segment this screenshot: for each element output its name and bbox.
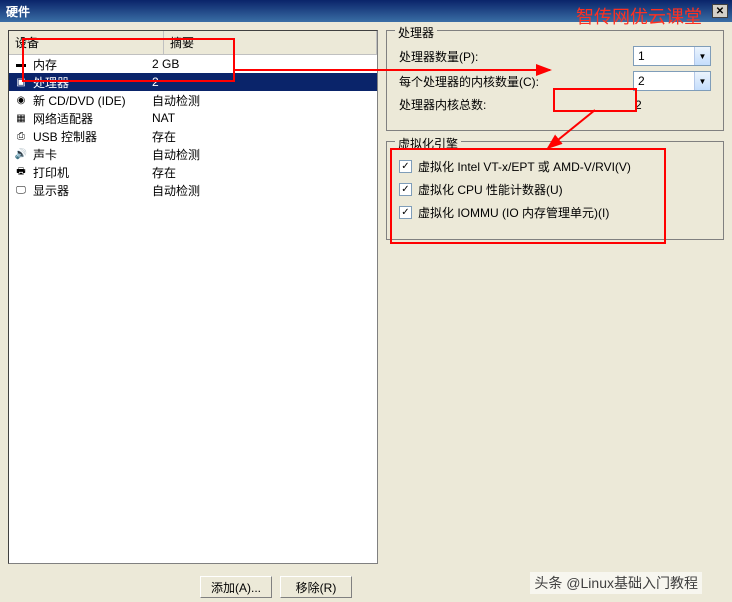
virt-perfcounter-label: 虚拟化 CPU 性能计数器(U) [418,181,563,198]
details-panel: 处理器 处理器数量(P): 1 ▼ 每个处理器的内核数量(C): 2 ▼ 处理器… [386,30,724,564]
processor-fieldset: 处理器 处理器数量(P): 1 ▼ 每个处理器的内核数量(C): 2 ▼ 处理器… [386,30,724,131]
cores-label: 每个处理器的内核数量(C): [399,73,633,90]
display-icon: 🖵 [13,182,29,198]
memory-icon: ▬ [13,56,29,72]
titlebar: 硬件 ✕ [0,0,732,22]
cores-per-cpu-select[interactable]: 2 ▼ [633,71,711,91]
network-icon: ▦ [13,110,29,126]
list-row-usb[interactable]: ⎙USB 控制器 存在 [9,127,377,145]
virt-vtx-row[interactable]: ✓ 虚拟化 Intel VT-x/EPT 或 AMD-V/RVI(V) [399,158,711,175]
hardware-list-panel: 设备 摘要 ▬内存 2 GB ▣处理器 2 ◉新 CD/DVD (IDE) 自动… [8,30,378,564]
row-cores-per-cpu: 每个处理器的内核数量(C): 2 ▼ [399,71,711,91]
disc-icon: ◉ [13,92,29,108]
usb-icon: ⎙ [13,128,29,144]
checkbox-iommu[interactable]: ✓ [399,206,412,219]
list-row-display[interactable]: 🖵显示器 自动检测 [9,181,377,199]
cpu-count-label: 处理器数量(P): [399,48,633,65]
virt-vtx-label: 虚拟化 Intel VT-x/EPT 或 AMD-V/RVI(V) [418,158,631,175]
list-header: 设备 摘要 [9,31,377,55]
virtualization-fieldset: 虚拟化引擎 ✓ 虚拟化 Intel VT-x/EPT 或 AMD-V/RVI(V… [386,141,724,240]
list-row-printer[interactable]: 🖶打印机 存在 [9,163,377,181]
add-button[interactable]: 添加(A)... [200,576,272,598]
processor-legend: 处理器 [395,24,437,41]
total-cores-value: 2 [631,98,711,112]
list-row-sound[interactable]: 🔊声卡 自动检测 [9,145,377,163]
content-area: 设备 摘要 ▬内存 2 GB ▣处理器 2 ◉新 CD/DVD (IDE) 自动… [0,22,732,572]
list-body: ▬内存 2 GB ▣处理器 2 ◉新 CD/DVD (IDE) 自动检测 ▦网络… [9,55,377,563]
printer-icon: 🖶 [13,164,29,180]
close-icon[interactable]: ✕ [712,4,728,18]
total-cores-label: 处理器内核总数: [399,96,631,113]
cpu-icon: ▣ [13,74,29,90]
checkbox-perfcounter[interactable]: ✓ [399,183,412,196]
sound-icon: 🔊 [13,146,29,162]
button-row: 添加(A)... 移除(R) [0,576,732,598]
list-row-cddvd[interactable]: ◉新 CD/DVD (IDE) 自动检测 [9,91,377,109]
virt-perfcounter-row[interactable]: ✓ 虚拟化 CPU 性能计数器(U) [399,181,711,198]
cpu-count-select[interactable]: 1 ▼ [633,46,711,66]
checkbox-vtx[interactable]: ✓ [399,160,412,173]
header-device[interactable]: 设备 [9,31,164,54]
list-row-network[interactable]: ▦网络适配器 NAT [9,109,377,127]
remove-button[interactable]: 移除(R) [280,576,352,598]
chevron-down-icon: ▼ [694,72,710,90]
header-summary[interactable]: 摘要 [164,31,377,54]
list-row-processor[interactable]: ▣处理器 2 [9,73,377,91]
row-cpu-count: 处理器数量(P): 1 ▼ [399,46,711,66]
list-row-memory[interactable]: ▬内存 2 GB [9,55,377,73]
virt-iommu-row[interactable]: ✓ 虚拟化 IOMMU (IO 内存管理单元)(I) [399,204,711,221]
virt-iommu-label: 虚拟化 IOMMU (IO 内存管理单元)(I) [418,204,609,221]
row-total-cores: 处理器内核总数: 2 [399,96,711,113]
window-title: 硬件 [6,3,30,20]
chevron-down-icon: ▼ [694,47,710,65]
virtualization-legend: 虚拟化引擎 [395,135,461,152]
